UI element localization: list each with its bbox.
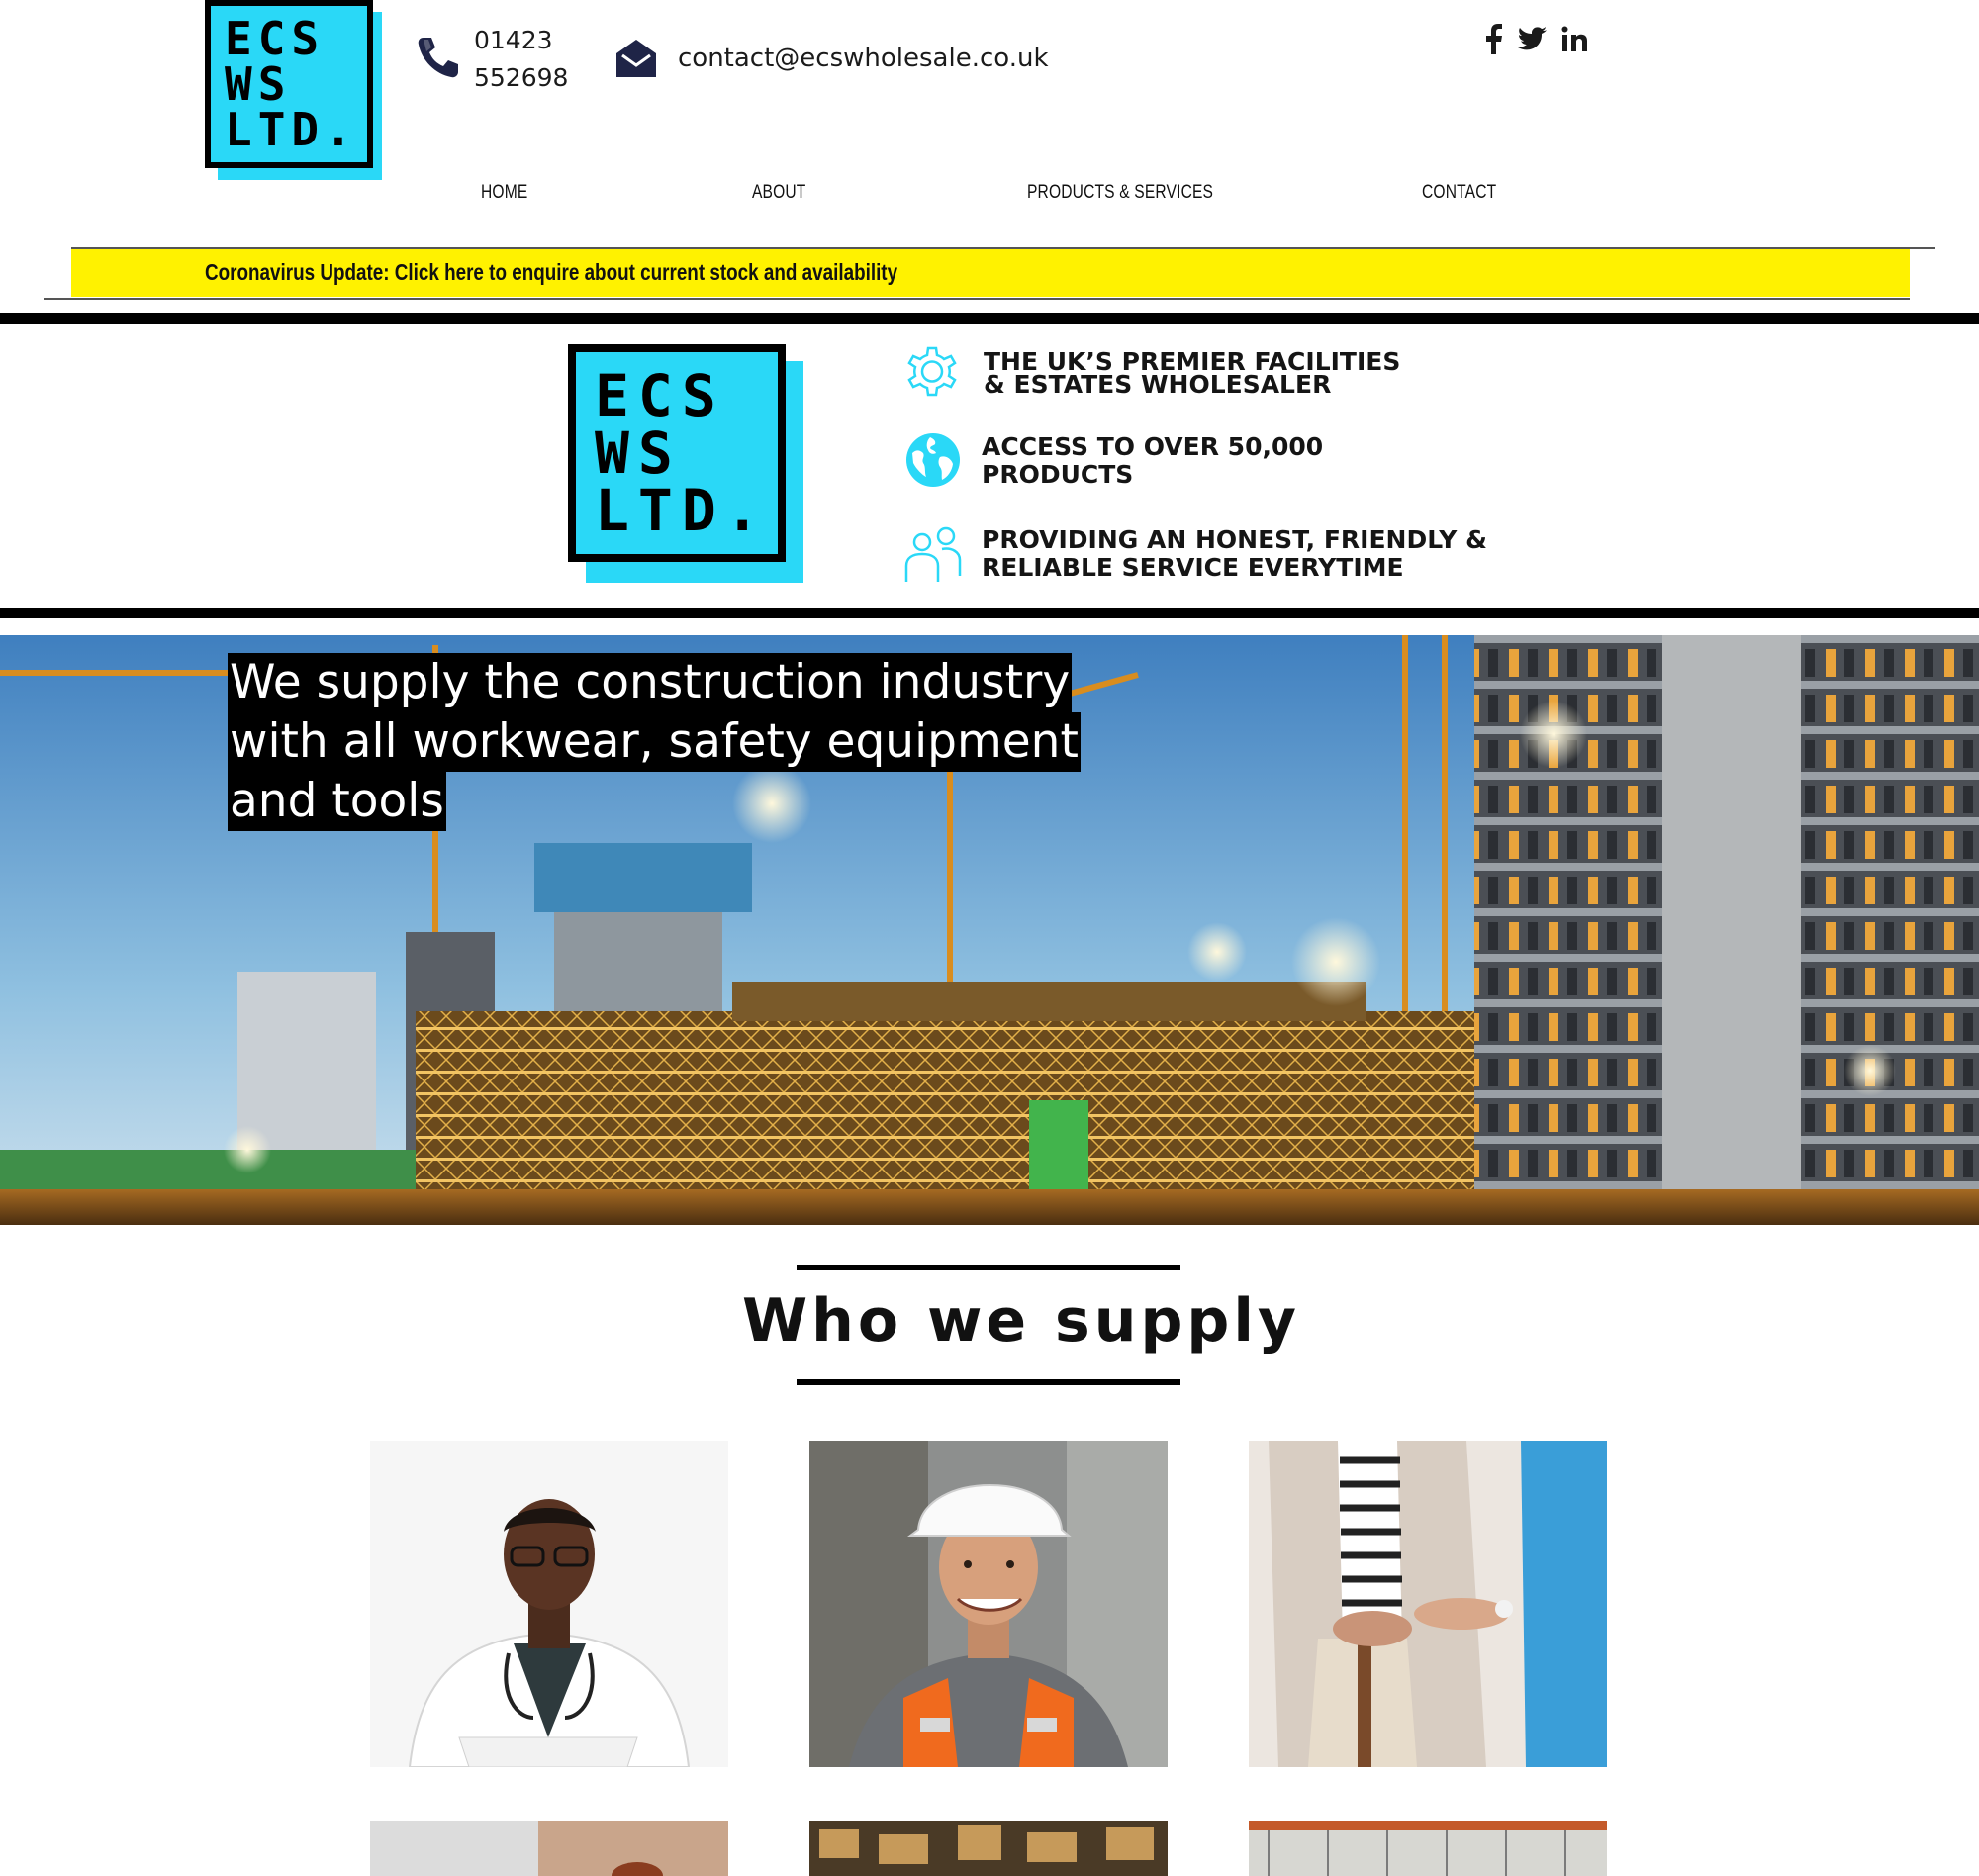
nav-products-services[interactable]: PRODUCTS & SERVICES: [1027, 182, 1213, 204]
doctor-card-image[interactable]: [370, 1441, 728, 1767]
nav-about[interactable]: ABOUT: [752, 182, 805, 204]
coronavirus-link[interactable]: Coronavirus Update: Click here to enquir…: [205, 259, 897, 286]
header-logo[interactable]: ECS WS LTD.: [205, 0, 389, 182]
gear-icon: [904, 342, 960, 400]
heading-rule-bottom: [797, 1379, 1180, 1385]
logo-line-3: LTD.: [595, 477, 769, 544]
hero-banner: We supply the construction industry with…: [0, 635, 1979, 1225]
construction-worker-card-image[interactable]: [809, 1441, 1168, 1767]
office-card-image[interactable]: [370, 1821, 728, 1876]
facebook-icon[interactable]: [1482, 24, 1506, 55]
nav-contact[interactable]: CONTACT: [1422, 182, 1496, 204]
email-icon: [613, 36, 659, 81]
hero-headline-line-1: We supply the construction industry: [228, 653, 1073, 712]
twitter-icon[interactable]: [1518, 26, 1548, 53]
phone-icon: [414, 34, 461, 81]
feature-logo: ECS WS LTD.: [568, 344, 803, 584]
divider-line: [44, 298, 1910, 300]
nav-home[interactable]: HOME: [481, 182, 527, 204]
coronavirus-banner: Coronavirus Update: Click here to enquir…: [71, 249, 1910, 297]
feature-text-1-line-2: & ESTATES WHOLESALER: [984, 370, 1332, 399]
email-link[interactable]: contact@ecswholesale.co.uk: [678, 44, 1049, 73]
globe-icon: [904, 431, 962, 489]
hero-headline-line-3: and tools: [228, 772, 446, 831]
feature-text-3-line-2: RELIABLE SERVICE EVERYTIME: [982, 553, 1404, 582]
factory-card-image[interactable]: [1249, 1821, 1607, 1876]
feature-text-2-line-2: PRODUCTS: [982, 460, 1134, 489]
phone-line-2[interactable]: 552698: [474, 63, 568, 92]
phone-line-1[interactable]: 01423: [474, 26, 553, 54]
section-heading: Who we supply: [742, 1286, 1301, 1356]
hero-headline-line-2: with all workwear, safety equipment: [228, 712, 1081, 772]
feature-text-3-line-1: PROVIDING AN HONEST, FRIENDLY &: [982, 525, 1487, 554]
feature-text-2-line-1: ACCESS TO OVER 50,000: [982, 432, 1324, 461]
warehouse-card-image[interactable]: [809, 1821, 1168, 1876]
heading-rule-top: [797, 1265, 1180, 1270]
people-icon: [902, 524, 964, 584]
care-card-image[interactable]: [1249, 1441, 1607, 1767]
strip-bottom-border: [0, 608, 1979, 618]
strip-top-border: [0, 313, 1979, 324]
logo-line-3: LTD.: [225, 103, 358, 156]
linkedin-icon[interactable]: [1561, 26, 1589, 53]
